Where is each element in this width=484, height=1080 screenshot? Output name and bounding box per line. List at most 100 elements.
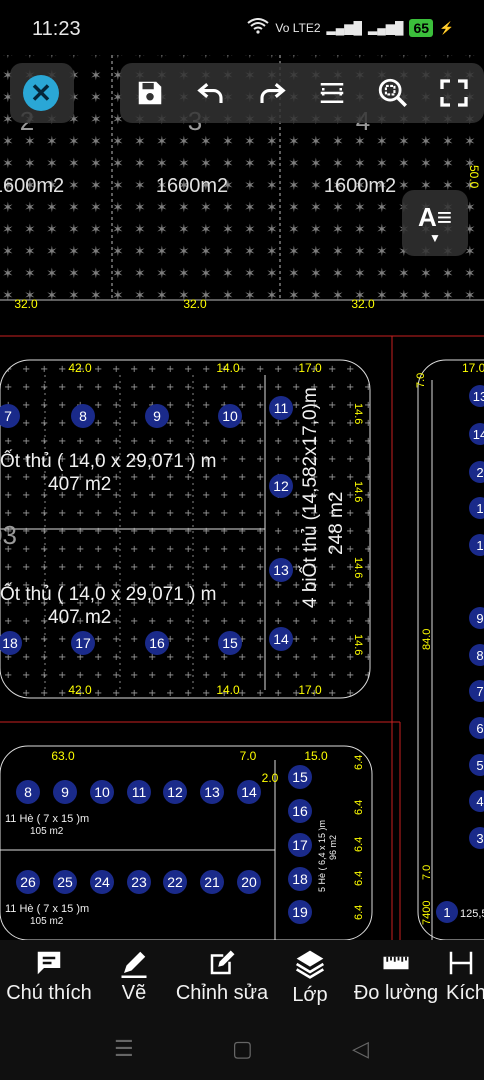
lot-label: 5 Hè ( 6,4 x 15 )m: [317, 820, 327, 892]
fullscreen-icon: [440, 79, 468, 107]
lot-label: Ốt thủ ( 14,0 x 29,071 ) m: [0, 450, 217, 472]
dimension-label: 50.0: [467, 165, 481, 189]
nav-draw[interactable]: Vẽ: [98, 940, 170, 1016]
redo-icon: [260, 83, 286, 103]
dimension-label: 14.6: [352, 634, 364, 655]
lot-area: 1600m2: [156, 175, 228, 197]
nav-measure[interactable]: Đo lường: [346, 940, 446, 1016]
nav-label: Lớp: [292, 984, 328, 1006]
comment-icon: [37, 951, 61, 975]
villa-area: 248 m2: [326, 492, 347, 555]
zoom-extents-button[interactable]: [363, 63, 424, 123]
lot-number: 1: [476, 538, 483, 553]
lot-number: 9: [61, 784, 69, 800]
lot-number: 14: [241, 784, 257, 800]
dimension-label: 14.6: [352, 403, 364, 424]
block-c: 17.0 7.0 84.0 7.0 7400 13 14 2 1 1 9 8 7…: [415, 359, 484, 940]
close-button[interactable]: ✕: [10, 63, 74, 123]
lot-number: 1: [476, 501, 483, 516]
nav-label: Chỉnh sửa: [175, 982, 269, 1004]
lot-number: 22: [167, 874, 183, 890]
block-b: 63.0 7.0 15.0 2.0 8 9 10 11 12 13 14 26 …: [0, 745, 373, 940]
nav-label: Vẽ: [121, 982, 147, 1004]
redo-button[interactable]: [241, 63, 302, 123]
nav-edit[interactable]: Chỉnh sửa: [170, 940, 274, 1016]
cad-drawing-canvas[interactable]: ✶ + 2 3 4 1600m2 1600m2 1600m2 50.0 32.0…: [0, 0, 484, 940]
lot-number: 25: [57, 874, 73, 890]
lot-label: 125,5: [460, 908, 484, 920]
lot-number: 13: [473, 389, 484, 404]
drawing-toolbar: [120, 63, 484, 123]
lot-number: 9: [476, 611, 483, 626]
dimension-label: 84.0: [421, 629, 433, 650]
dimension-label: 14.0: [216, 361, 240, 375]
charging-icon: ⚡: [439, 20, 454, 35]
lot-number: 4: [476, 794, 483, 809]
text-style-button[interactable]: A≡ ▼: [402, 190, 468, 256]
lot-number: 21: [204, 874, 220, 890]
dimension-label: 42.0: [68, 683, 92, 697]
dimension-label: 6.4: [353, 837, 365, 852]
undo-button[interactable]: [181, 63, 242, 123]
fit-width-button[interactable]: [302, 63, 363, 123]
lot-area: 96 m2: [328, 835, 338, 860]
status-icons: Vo LTE2 ▂▄▆█ ▂▄▆█ 65 ⚡: [247, 18, 454, 37]
block-a: 42.0 14.0 17.0 42.0 14.0 17.0 7 8 9 10 1…: [0, 359, 371, 699]
battery-icon: 65: [409, 18, 434, 37]
nav-label: Đo lường: [353, 982, 439, 1004]
dimension-label: 32.0: [14, 297, 38, 311]
layers-icon: [295, 950, 325, 979]
dimension-label: 14.0: [216, 683, 240, 697]
lot-number: 11: [274, 400, 289, 416]
lot-label: 11 Hè ( 7 x 15 )m: [5, 903, 89, 915]
lot-number: 23: [131, 874, 147, 890]
bottom-navigation: Chú thích Vẽ Chỉnh sửa Lớp Đo lường Kích: [0, 940, 484, 1016]
lot-number: 14: [473, 427, 484, 442]
edit-icon: [210, 950, 235, 975]
chevron-down-icon: ▼: [429, 230, 441, 245]
lot-label: Ốt thủ ( 14,0 x 29,071 ) m: [0, 583, 217, 605]
villa-label: 4 biỐt thủ (14,582x17,0)m: [299, 387, 321, 608]
back-icon[interactable]: ◁: [352, 1036, 369, 1062]
dimension-label: 2.0: [262, 771, 279, 785]
recents-icon[interactable]: ☰: [114, 1036, 134, 1062]
lot-label: 11 Hè ( 7 x 15 )m: [5, 813, 89, 825]
lot-number: 1: [443, 905, 450, 920]
lot-number: 17: [75, 635, 91, 651]
lot-number: 7: [476, 684, 483, 699]
dimension-label: 63.0: [51, 749, 75, 763]
nav-annotation[interactable]: Chú thích: [0, 940, 98, 1016]
nav-dimension[interactable]: Kích: [446, 940, 484, 1016]
save-icon: [139, 81, 162, 105]
lot-number: 17: [292, 837, 308, 853]
dimension-label: 32.0: [183, 297, 207, 311]
nav-layers[interactable]: Lớp: [274, 940, 346, 1016]
lot-number: 7: [4, 408, 12, 424]
lot-area: 407 m2: [48, 474, 111, 495]
fit-width-icon: [321, 83, 344, 103]
lot-number: 20: [241, 874, 257, 890]
lot-number: 10: [222, 408, 238, 424]
lot-number: 8: [24, 784, 32, 800]
save-button[interactable]: [120, 63, 181, 123]
dimension-label: 7.0: [421, 865, 433, 880]
home-icon[interactable]: ▢: [232, 1036, 253, 1062]
fullscreen-button[interactable]: [423, 63, 484, 123]
dimension-label: 14.6: [352, 481, 364, 502]
lot-number: 13: [204, 784, 220, 800]
nav-label: Kích: [446, 982, 484, 1004]
dimension-label: 32.0: [351, 297, 375, 311]
lot-area: 1600m2: [324, 175, 396, 197]
undo-icon: [197, 83, 223, 103]
lot-number: 6: [476, 721, 483, 736]
lot-number: 19: [292, 904, 308, 920]
lot-number: 13: [273, 562, 289, 578]
lot-number: 5: [476, 758, 483, 773]
dimension-label: 6.4: [353, 800, 365, 815]
lot-number: 24: [94, 874, 110, 890]
lot-number: 8: [476, 648, 483, 663]
dimension-label: 7.0: [415, 373, 427, 388]
lot-number: 26: [20, 874, 36, 890]
lot-number: 3: [476, 831, 483, 846]
lot-number: 16: [149, 635, 165, 651]
